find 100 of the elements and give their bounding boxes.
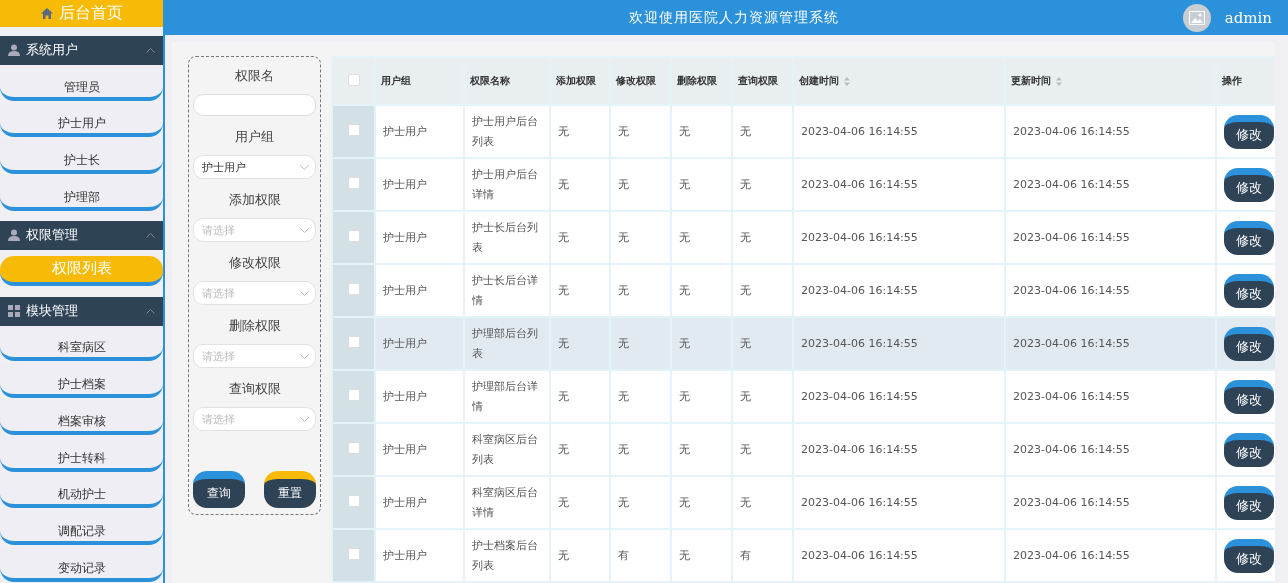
checkbox[interactable] [347,495,360,507]
column-header[interactable]: 创建时间 [793,57,1005,105]
table-cell: 2023-04-06 16:14:55 [801,230,918,244]
checkbox[interactable] [347,336,360,348]
column-header: 查询权限 [732,57,793,105]
table-cell: 科室病区后台详情 [472,485,538,519]
search-button[interactable]: 查询 [193,471,245,508]
table-cell: 无 [679,548,690,562]
chevron-down-icon [300,290,309,296]
table-cell: 护士用户后台列表 [472,114,538,148]
table-cell: 2023-04-06 16:14:55 [801,548,918,562]
checkbox[interactable] [347,177,360,189]
user-icon [8,229,20,242]
checkbox[interactable] [347,73,360,86]
column-header: 操作 [1216,57,1275,105]
table-cell: 无 [618,177,629,191]
table-cell: 无 [740,124,751,138]
table-cell: 护士用户 [383,389,427,403]
checkbox[interactable] [347,389,360,401]
table-cell: 无 [558,230,569,244]
menu-group-header[interactable]: 模块管理 [0,296,163,326]
chevron-up-icon [146,47,155,53]
checkbox[interactable] [347,442,360,454]
filter-label: 修改权限 [227,254,282,272]
table-cell: 无 [558,177,569,191]
table-cell: 护士长后台详情 [472,273,538,307]
table-cell: 护士长后台列表 [472,220,538,254]
edit-button[interactable]: 修改 [1224,220,1274,255]
edit-button[interactable]: 修改 [1224,114,1274,149]
edit-button[interactable]: 修改 [1224,485,1274,520]
table-cell: 护士用户 [383,230,427,244]
chevron-down-icon [300,164,309,170]
table-cell: 2023-04-06 16:14:55 [801,389,918,403]
filter-label: 删除权限 [227,317,282,335]
table-cell: 无 [558,442,569,456]
reset-button[interactable]: 重置 [264,471,316,508]
menu-group-header[interactable]: 系统用户 [0,35,163,65]
edit-button[interactable]: 修改 [1224,379,1274,414]
menu-group-header[interactable]: 权限管理 [0,220,163,250]
user-icon [8,44,20,57]
table-cell: 无 [558,389,569,403]
column-header: 删除权限 [671,57,732,105]
table-cell: 无 [679,283,690,297]
table-cell: 无 [618,124,629,138]
table-cell: 护士用户 [383,124,427,138]
table-cell: 无 [558,548,569,562]
edit-button[interactable]: 修改 [1224,273,1274,308]
edit-button[interactable]: 修改 [1224,167,1274,202]
table-cell: 无 [679,389,690,403]
table-cell: 无 [679,336,690,350]
avatar-icon[interactable] [1182,3,1211,32]
table-cell: 无 [740,495,751,509]
table-cell: 2023-04-06 16:14:55 [1013,230,1130,244]
table-cell: 护理部后台列表 [472,326,538,360]
table-cell: 无 [740,442,751,456]
table-cell: 无 [618,230,629,244]
table-cell: 无 [679,230,690,244]
edit-button[interactable]: 修改 [1224,432,1274,467]
column-header: 权限名称 [464,57,550,105]
checkbox[interactable] [347,230,360,242]
table-cell: 2023-04-06 16:14:55 [801,336,918,350]
column-header[interactable]: 更新时间 [1005,57,1216,105]
table-cell: 无 [679,124,690,138]
select-field[interactable]: 护士用户 [193,155,316,179]
home-icon [40,7,53,19]
table-cell: 2023-04-06 16:14:55 [1013,124,1130,138]
column-header: 添加权限 [550,57,610,105]
chevron-up-icon [146,232,155,238]
table-cell: 2023-04-06 16:14:55 [1013,495,1130,509]
table-cell: 无 [679,177,690,191]
edit-button[interactable]: 修改 [1224,326,1274,361]
table-cell: 2023-04-06 16:14:55 [1013,336,1130,350]
edit-button[interactable]: 修改 [1224,538,1274,573]
table-cell: 无 [618,283,629,297]
table-cell: 无 [558,495,569,509]
table-cell: 无 [740,177,751,191]
table-cell: 2023-04-06 16:14:55 [1013,442,1130,456]
table-cell: 无 [618,389,629,403]
table-cell: 2023-04-06 16:14:55 [1013,548,1130,562]
table-cell: 护士档案后台列表 [472,538,538,572]
table-cell: 护士用户 [383,495,427,509]
table-cell: 无 [740,230,751,244]
chevron-down-icon [300,227,309,233]
chevron-down-icon [300,416,309,422]
table-cell: 护士用户 [383,283,427,297]
input-field[interactable] [193,94,316,116]
table-cell: 护士用户 [383,442,427,456]
table-cell: 2023-04-06 16:14:55 [801,442,918,456]
table-cell: 2023-04-06 16:14:55 [801,124,918,138]
table-cell: 无 [740,336,751,350]
checkbox[interactable] [347,283,360,295]
filter-label: 添加权限 [227,191,282,209]
table-cell: 2023-04-06 16:14:55 [801,283,918,297]
checkbox[interactable] [347,548,360,560]
table-cell: 护理部后台详情 [472,379,538,413]
table-cell: 无 [679,442,690,456]
table-cell: 2023-04-06 16:14:55 [801,495,918,509]
checkbox[interactable] [347,124,360,136]
table-cell: 无 [618,495,629,509]
table-cell: 2023-04-06 16:14:55 [801,177,918,191]
